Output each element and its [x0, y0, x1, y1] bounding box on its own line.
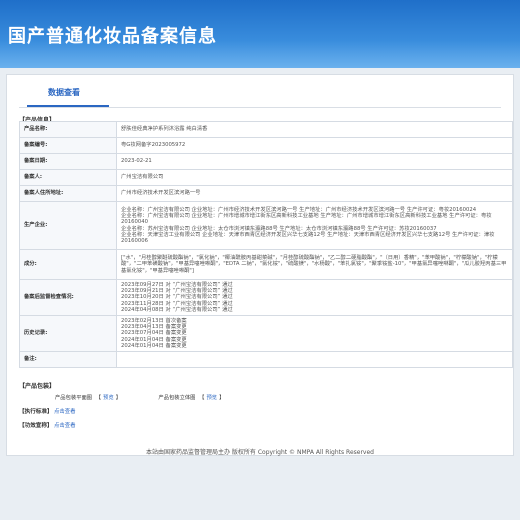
supervision-entry: 2024年04月08日 对 “广州宝洁有限公司” 通过: [121, 306, 233, 313]
section-exec-standard: 【执行标准】: [19, 409, 53, 415]
value-ingredients: ["水"，"月桂醇聚醚硫酸酯钠"，"氯化钠"，"椰油酰胺丙基甜菜碱"，"月桂醇硫…: [116, 249, 513, 280]
row-record-date: 备案日期: 2023-02-21: [19, 153, 513, 170]
section-efficacy: 【功效宣称】: [19, 423, 53, 429]
row-ingredients: 成分: ["水"，"月桂醇聚醚硫酸酯钠"，"氯化钠"，"椰油酰胺丙基甜菜碱"，"…: [19, 249, 513, 280]
label-manufacturer: 生产企业:: [19, 201, 117, 250]
efficacy-link[interactable]: 点击查看: [54, 421, 76, 429]
row-manufacturer: 生产企业: 企业名称：广州宝洁有限公司 企业地址：广州市经济技术开发区滨河路一号…: [19, 201, 513, 250]
content-card: 数据查看 【产品信息】 产品名称: 舒肤佳经典净护系列沐浴露 纯白清香 备案编号…: [6, 74, 514, 456]
package-solid-label: 产品包装立体图: [158, 395, 196, 401]
package-row: 产品包装平面图 【预览】 产品包装立体图 【预览】: [55, 395, 225, 401]
page-title: 国产普通化妆品备案信息: [8, 26, 217, 47]
row-record-no: 备案编号: 粤G妆网备字2023005972: [19, 137, 513, 154]
row-product-name: 产品名称: 舒肤佳经典净护系列沐浴露 纯白清香: [19, 121, 513, 138]
history-entry: 2024年01月04日 备案变更: [121, 342, 187, 349]
package-flat-label: 产品包装平面图: [55, 395, 93, 401]
value-product-name: 舒肤佳经典净护系列沐浴露 纯白清香: [116, 121, 513, 138]
manufacturer-entry: 企业名称：天津宝洁工业有限公司 企业地址：天津市西青区经济开发区兴华七支路12号…: [121, 231, 495, 245]
row-supervision: 备案后监督检查情况: 2023年09月27日 对 “广州宝洁有限公司” 通过 2…: [19, 279, 513, 316]
package-solid-preview-link[interactable]: 预览: [206, 395, 217, 401]
package-flat-preview-link[interactable]: 预览: [103, 395, 114, 401]
label-supervision: 备案后监督检查情况:: [19, 279, 117, 316]
label-record-date: 备案日期:: [19, 153, 117, 170]
manufacturer-entry: 企业名称：广州宝洁有限公司 企业地址：广州市增城市增江街东区高新科技工业基地 生…: [121, 212, 492, 226]
value-record-date: 2023-02-21: [116, 153, 513, 170]
value-supervision: 2023年09月27日 对 “广州宝洁有限公司” 通过 2023年09月21日 …: [116, 279, 513, 316]
product-info-table: 产品名称: 舒肤佳经典净护系列沐浴露 纯白清香 备案编号: 粤G妆网备字2023…: [19, 121, 513, 368]
value-registrant: 广州宝洁有限公司: [116, 169, 513, 186]
row-registrant: 备案人: 广州宝洁有限公司: [19, 169, 513, 186]
label-ingredients: 成分:: [19, 249, 117, 280]
tab-data-view[interactable]: 数据查看: [29, 87, 99, 98]
value-history: 2023年02月13日 首次备案 2023年04月13日 备案变更 2023年0…: [116, 315, 513, 352]
label-history: 历史记录:: [19, 315, 117, 352]
label-registrant: 备案人:: [19, 169, 117, 186]
label-remark: 备注:: [19, 351, 117, 368]
tab-bar: 数据查看: [19, 83, 501, 108]
section-package: 【产品包装】: [19, 383, 56, 390]
exec-standard-link[interactable]: 点击查看: [54, 407, 76, 415]
value-record-no: 粤G妆网备字2023005972: [116, 137, 513, 154]
label-product-name: 产品名称:: [19, 121, 117, 138]
row-address: 备案人住所地址: 广州市经济技术开发区滨河路一号: [19, 185, 513, 202]
row-history: 历史记录: 2023年02月13日 首次备案 2023年04月13日 备案变更 …: [19, 315, 513, 352]
tab-active-indicator: [27, 105, 109, 107]
row-remark: 备注:: [19, 351, 513, 368]
value-remark: [116, 351, 513, 368]
header-banner: 国产普通化妆品备案信息: [0, 0, 520, 68]
value-manufacturer: 企业名称：广州宝洁有限公司 企业地址：广州市经济技术开发区滨河路一号 生产地址：…: [116, 201, 513, 250]
value-address: 广州市经济技术开发区滨河路一号: [116, 185, 513, 202]
manufacturer-entry: 企业名称：广州宝洁有限公司 企业地址：广州市经济技术开发区滨河路一号 生产地址：…: [121, 206, 477, 213]
label-record-no: 备案编号:: [19, 137, 117, 154]
footer: 本站由国家药品监督管理局主办 版权所有 Copyright © NMPA All…: [146, 449, 374, 456]
page: 国产普通化妆品备案信息 数据查看 【产品信息】 产品名称: 舒肤佳经典净护系列沐…: [0, 0, 520, 520]
label-address: 备案人住所地址:: [19, 185, 117, 202]
